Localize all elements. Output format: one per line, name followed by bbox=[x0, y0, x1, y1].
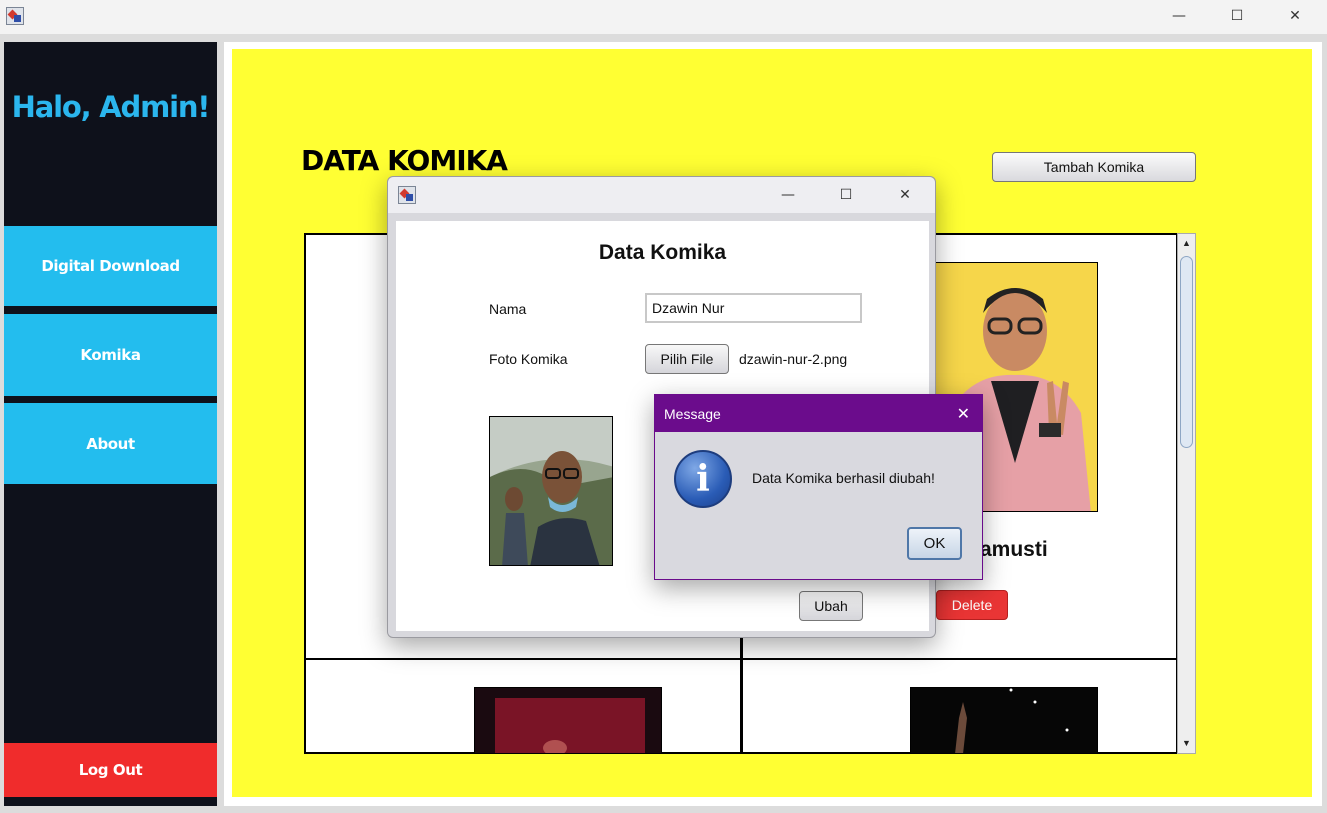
scrollbar-thumb[interactable] bbox=[1180, 256, 1193, 448]
komika-photo bbox=[474, 687, 662, 753]
dialog-titlebar: — ☐ ✕ bbox=[388, 177, 935, 213]
information-icon: i bbox=[674, 450, 732, 508]
scroll-down-icon[interactable]: ▼ bbox=[1178, 734, 1195, 752]
photo-label: Foto Komika bbox=[489, 351, 568, 367]
maximize-icon[interactable]: ☐ bbox=[817, 179, 875, 211]
add-komika-button[interactable]: Tambah Komika bbox=[992, 152, 1196, 182]
komika-name: amusti bbox=[980, 538, 1048, 561]
sidebar: Halo, Admin! Digital Download Komika Abo… bbox=[4, 42, 217, 806]
minimize-icon[interactable]: — bbox=[1150, 0, 1208, 32]
page-title: DATA KOMIKA bbox=[301, 144, 508, 177]
grid-scrollbar[interactable]: ▲ ▼ bbox=[1177, 233, 1196, 754]
update-button[interactable]: Ubah bbox=[799, 591, 863, 621]
message-dialog: Message ✕ i Data Komika berhasil diubah!… bbox=[654, 394, 983, 580]
scroll-up-icon[interactable]: ▲ bbox=[1178, 234, 1195, 252]
logout-button[interactable]: Log Out bbox=[4, 743, 217, 797]
app-icon bbox=[398, 186, 416, 204]
name-label: Nama bbox=[489, 301, 527, 317]
sidebar-item-about[interactable]: About bbox=[4, 403, 217, 484]
app-icon bbox=[6, 7, 24, 25]
maximize-icon[interactable]: ☐ bbox=[1208, 0, 1266, 32]
close-icon[interactable]: ✕ bbox=[957, 404, 970, 423]
choose-file-button[interactable]: Pilih File bbox=[645, 344, 729, 374]
komika-photo bbox=[910, 687, 1098, 753]
window-titlebar: — ☐ ✕ bbox=[0, 0, 1327, 34]
close-icon[interactable]: ✕ bbox=[876, 179, 934, 211]
ok-button[interactable]: OK bbox=[907, 527, 962, 560]
dialog-heading: Data Komika bbox=[598, 241, 727, 264]
sidebar-item-komika[interactable]: Komika bbox=[4, 314, 217, 396]
close-icon[interactable]: ✕ bbox=[1266, 0, 1324, 32]
name-input[interactable]: Dzawin Nur bbox=[645, 293, 862, 323]
greeting-text: Halo, Admin! bbox=[11, 90, 211, 124]
sidebar-item-digital-download[interactable]: Digital Download bbox=[4, 226, 217, 306]
file-name: dzawin-nur-2.png bbox=[739, 351, 848, 367]
preview-photo bbox=[489, 416, 613, 566]
message-title: Message bbox=[664, 405, 721, 422]
delete-button[interactable]: Delete bbox=[936, 590, 1008, 620]
message-titlebar: Message ✕ bbox=[655, 395, 982, 432]
message-text: Data Komika berhasil diubah! bbox=[752, 470, 935, 486]
minimize-icon[interactable]: — bbox=[759, 179, 817, 211]
